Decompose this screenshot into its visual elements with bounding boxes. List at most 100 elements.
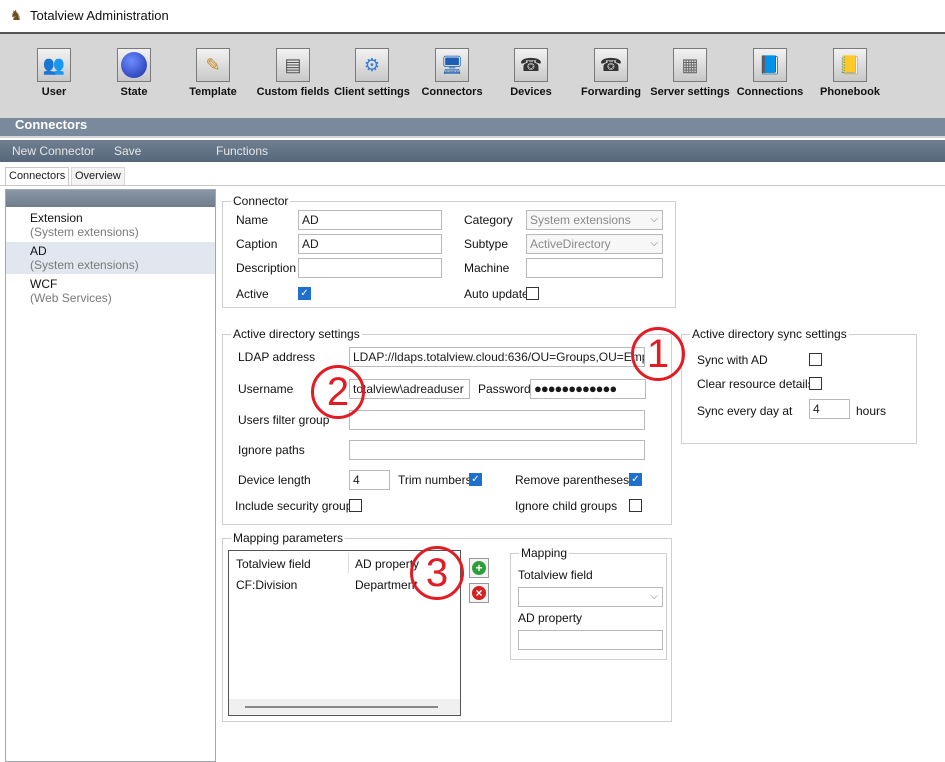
- list-item[interactable]: AD (System extensions): [6, 242, 215, 274]
- trim-numbers-label: Trim numbers: [398, 473, 472, 487]
- ribbon-section-bar: [0, 118, 945, 136]
- auto-update-label: Auto update: [464, 287, 529, 301]
- ribbon-template-button[interactable]: ✎ Template: [173, 48, 253, 108]
- template-icon: ✎: [196, 48, 230, 82]
- list-item-name: AD: [30, 244, 47, 258]
- ribbon-custom-fields-button[interactable]: ▤ Custom fields: [253, 48, 333, 108]
- tv-field-label: Totalview field: [518, 568, 593, 582]
- subtype-select[interactable]: ActiveDirectory ⌵: [526, 234, 663, 254]
- include-security-label: Include security groups: [235, 499, 359, 513]
- ribbon-server-settings-button[interactable]: ▦ Server settings: [650, 48, 730, 108]
- subtype-value: ActiveDirectory: [530, 237, 611, 251]
- ribbon-connections-button[interactable]: 📘 Connections: [730, 48, 810, 108]
- group-title: Mapping parameters: [231, 531, 346, 545]
- tv-field-select[interactable]: ⌵: [518, 587, 663, 607]
- users-icon: 👥: [37, 48, 71, 82]
- connections-icon: 📘: [753, 48, 787, 82]
- functions-menu[interactable]: Functions: [216, 144, 268, 158]
- custom-fields-icon: ▤: [276, 48, 310, 82]
- title-bar: ♞ Totalview Administration: [0, 0, 945, 33]
- server-settings-icon: ▦: [673, 48, 707, 82]
- auto-update-checkbox[interactable]: [526, 287, 539, 300]
- ribbon-label: Forwarding: [581, 86, 641, 98]
- password-field[interactable]: ●●●●●●●●●●●●: [530, 379, 646, 399]
- ignore-child-label: Ignore child groups: [515, 499, 618, 513]
- list-item[interactable]: WCF (Web Services): [6, 275, 215, 307]
- machine-field[interactable]: [526, 258, 663, 278]
- users-filter-label: Users filter group: [238, 413, 330, 427]
- name-field[interactable]: AD: [298, 210, 442, 230]
- category-value: System extensions: [530, 213, 631, 227]
- clear-resource-label: Clear resource details: [697, 377, 814, 391]
- state-icon: [117, 48, 151, 82]
- connectors-icon: 🖥: [435, 48, 469, 82]
- list-item-name: WCF: [30, 277, 58, 291]
- action-bar: New Connector Save Functions: [0, 140, 945, 162]
- sync-hour-field[interactable]: 4: [809, 399, 850, 419]
- close-icon: ×: [472, 586, 486, 600]
- remove-parentheses-label: Remove parentheses: [515, 473, 630, 487]
- table-cell[interactable]: Department: [355, 578, 418, 592]
- users-filter-field[interactable]: [349, 410, 645, 430]
- username-field[interactable]: totalview\adreaduser: [349, 379, 470, 399]
- device-length-label: Device length: [238, 473, 311, 487]
- description-label: Description: [236, 261, 297, 275]
- chevron-down-icon: ⌵: [650, 591, 658, 602]
- list-item-type: (System extensions): [30, 225, 139, 239]
- remove-mapping-button[interactable]: ×: [469, 583, 489, 603]
- sync-with-ad-checkbox[interactable]: [809, 353, 822, 366]
- ribbon-forwarding-button[interactable]: ☎ Forwarding: [571, 48, 651, 108]
- add-mapping-button[interactable]: +: [469, 558, 489, 578]
- name-label: Name: [236, 213, 269, 227]
- remove-parentheses-checkbox[interactable]: ✓: [629, 473, 642, 486]
- phonebook-icon: 📒: [833, 48, 867, 82]
- ribbon-devices-button[interactable]: ☎ Devices: [491, 48, 571, 108]
- ribbon-label: Custom fields: [256, 86, 330, 98]
- clear-resource-checkbox[interactable]: [809, 377, 822, 390]
- ad-property-field[interactable]: [518, 630, 663, 650]
- client-settings-icon: ⚙: [355, 48, 389, 82]
- category-label: Category: [464, 213, 513, 227]
- ldap-address-field[interactable]: LDAP://ldaps.totalview.cloud:636/OU=Grou…: [349, 347, 645, 367]
- ribbon-label: User: [41, 86, 67, 98]
- ribbon-label: State: [120, 86, 148, 98]
- annotation-marker-1: 1: [631, 327, 685, 381]
- scrollbar[interactable]: [229, 699, 460, 715]
- ribbon-state-button[interactable]: State: [94, 48, 174, 108]
- sync-every-day-label: Sync every day at: [697, 404, 793, 418]
- table-cell[interactable]: CF:Division: [236, 578, 297, 592]
- ribbon-label: Connectors: [421, 86, 483, 98]
- ignore-paths-field[interactable]: [349, 440, 645, 460]
- ribbon-phonebook-button[interactable]: 📒 Phonebook: [810, 48, 890, 108]
- ribbon-label: Connections: [736, 86, 804, 98]
- hours-label: hours: [856, 404, 887, 418]
- list-item[interactable]: Extension (System extensions): [6, 209, 215, 241]
- scrollbar-thumb[interactable]: [245, 706, 438, 708]
- forwarding-icon: ☎: [594, 48, 628, 82]
- description-field[interactable]: [298, 258, 442, 278]
- active-checkbox[interactable]: ✓: [298, 287, 311, 300]
- new-connector-button[interactable]: New Connector: [12, 144, 95, 158]
- plus-icon: +: [472, 561, 486, 575]
- ribbon-section-title: Connectors: [15, 117, 88, 132]
- ribbon-connectors-button[interactable]: 🖥 Connectors: [412, 48, 492, 108]
- ignore-paths-label: Ignore paths: [238, 443, 305, 457]
- column-header: Totalview field: [236, 557, 311, 571]
- window-title: Totalview Administration: [30, 8, 169, 23]
- tab-connectors[interactable]: Connectors: [5, 167, 70, 185]
- device-length-field[interactable]: 4: [349, 470, 390, 490]
- devices-icon: ☎: [514, 48, 548, 82]
- group-title: Active directory sync settings: [690, 327, 849, 341]
- ribbon-client-settings-button[interactable]: ⚙ Client settings: [332, 48, 412, 108]
- category-select[interactable]: System extensions ⌵: [526, 210, 663, 230]
- caption-field[interactable]: AD: [298, 234, 442, 254]
- tab-overview[interactable]: Overview: [71, 167, 125, 185]
- save-button[interactable]: Save: [114, 144, 141, 158]
- ribbon-label: Server settings: [650, 86, 730, 98]
- include-security-checkbox[interactable]: [349, 499, 362, 512]
- trim-numbers-checkbox[interactable]: ✓: [469, 473, 482, 486]
- ribbon-user-button[interactable]: 👥 User: [14, 48, 94, 108]
- list-item-type: (System extensions): [30, 258, 139, 272]
- ignore-child-checkbox[interactable]: [629, 499, 642, 512]
- chevron-down-icon: ⌵: [650, 214, 658, 225]
